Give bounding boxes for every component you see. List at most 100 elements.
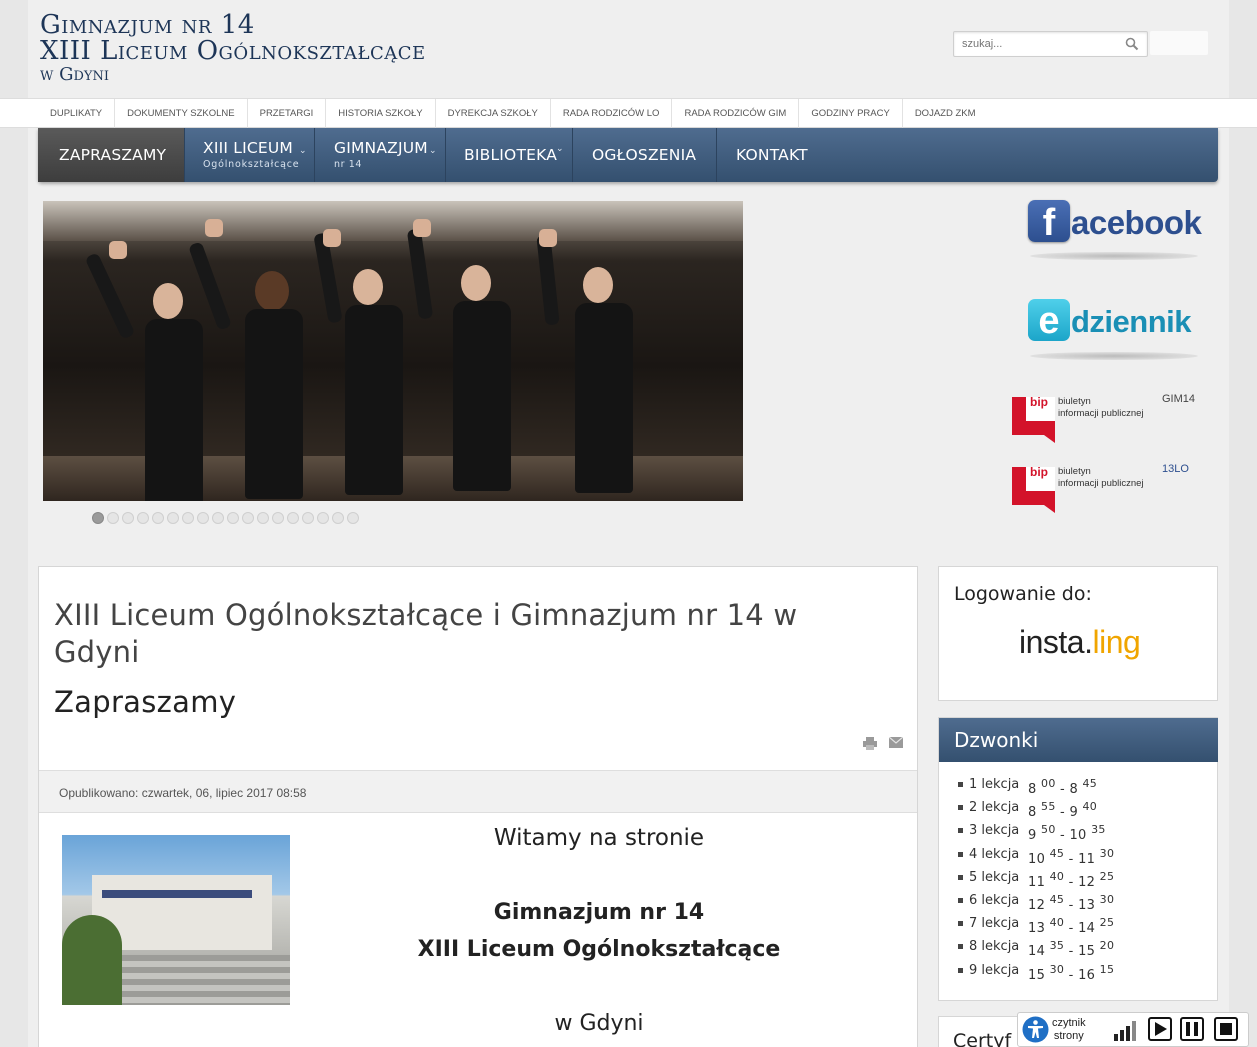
slider-dot[interactable] [287,512,299,524]
slider-dot[interactable] [197,512,209,524]
school-building-photo[interactable] [62,835,290,1005]
slider-dot[interactable] [227,512,239,524]
slider-dot[interactable] [332,512,344,524]
slider-dot[interactable] [152,512,164,524]
nav-kontakt-label: KONTAKT [736,146,808,164]
bells-widget: Dzwonki 1 lekcja 8 00 - 8 45 2 lekcja 8 55 … [938,717,1218,1001]
welcome-line1: Witamy na stronie [493,825,705,851]
bip-line2: informacji publicznej [1058,478,1144,489]
site-title[interactable]: Gimnazjum nr 14 XIII Liceum Ogólnokształ… [40,12,426,84]
top-link-dyrekcja[interactable]: DYREKCJA SZKOŁY [436,99,551,129]
top-link-rada-gim[interactable]: RADA RODZICÓW GIM [672,99,800,129]
play-button[interactable] [1148,1017,1172,1041]
slider-dot[interactable] [167,512,179,524]
bip-code: GIM14 [1162,393,1196,405]
slider-dot[interactable] [137,512,149,524]
bip-13lo-link[interactable]: bip biuletyn informacji publicznej 13LO [1012,463,1202,518]
bip-word: bip [1030,465,1048,479]
slider-dot[interactable] [107,512,119,524]
bell-lesson: 4 lekcja [969,846,1020,862]
logo-shadow [1030,252,1198,260]
bell-time: 10 45 - 11 30 [1028,846,1115,867]
slider-dot[interactable] [347,512,359,524]
bells-widget-header: Dzwonki [939,718,1218,762]
photo-tree [62,915,122,1005]
nav-gimnazjum-label: GIMNAZJUM [334,139,428,157]
slider-dot[interactable] [317,512,329,524]
welcome-line3: XIII Liceum Ogólnokształcące [417,937,781,962]
reader-label-line2: strony [1053,1030,1084,1042]
nav-gimnazjum[interactable]: GIMNAZJUM ⌄ nr 14 [315,128,446,182]
top-link-przetargi[interactable]: PRZETARGI [248,99,327,129]
instaling-brand-b: ling [1092,624,1141,660]
hero-slider-image[interactable] [43,201,743,501]
top-link-duplikaty[interactable]: DUPLIKATY [38,99,116,129]
search-extra-field[interactable] [1150,31,1208,55]
top-link-dojazd[interactable]: DOJAZD ZKM [903,99,988,129]
pause-button[interactable] [1180,1017,1204,1041]
bip-line2: informacji publicznej [1058,408,1144,419]
bip-gim14-link[interactable]: bip biuletyn informacji publicznej GIM14 [1012,393,1202,448]
print-icon[interactable] [863,737,877,750]
top-link-godziny[interactable]: GODZINY PRACY [799,99,903,129]
publish-date: Opublikowano: czwartek, 06, lipiec 2017 … [59,786,307,800]
bell-time: 8 55 - 9 40 [1028,800,1098,821]
article-tools [863,737,903,750]
play-icon [1155,1022,1167,1036]
bell-lesson: 6 lekcja [969,892,1020,908]
top-link-rada-lo[interactable]: RADA RODZICÓW LO [551,99,673,129]
photo-building-sign [102,890,252,898]
site-title-line2: XIII Liceum Ogólnokształcące [40,36,426,66]
chevron-down-icon: ⌄ [429,146,437,156]
slider-dot[interactable] [272,512,284,524]
publish-info-bar: Opublikowano: czwartek, 06, lipiec 2017 … [39,770,917,813]
slider-dot[interactable] [302,512,314,524]
stop-button[interactable] [1214,1017,1238,1041]
nav-ogloszenia[interactable]: OGŁOSZENIA [573,128,717,182]
welcome-line4: w Gdyni [554,1011,644,1036]
slider-dot[interactable] [212,512,224,524]
stop-icon [1220,1023,1232,1035]
bell-time: 15 30 - 16 15 [1028,962,1115,983]
slider-dot[interactable] [92,512,104,524]
slider-dot[interactable] [257,512,269,524]
slider-dot[interactable] [242,512,254,524]
reader-label: czytnik strony [1052,1017,1086,1043]
top-link-dokumenty[interactable]: DOKUMENTY SZKOLNE [115,99,248,129]
volume-level-icon[interactable] [1114,1017,1140,1042]
chevron-down-icon: ⌄ [556,144,564,154]
reader-label-line1: czytnik [1052,1017,1086,1029]
facebook-link[interactable]: f acebook [1028,200,1202,246]
main-navigation: ZAPRASZAMY XIII LICEUM ⌄ Ogólnokształcąc… [38,128,1218,182]
top-link-historia[interactable]: HISTORIA SZKOŁY [326,99,436,129]
nav-liceum[interactable]: XIII LICEUM ⌄ Ogólnokształcące [185,128,315,182]
bell-lesson: 2 lekcja [969,800,1020,816]
bell-lesson: 9 lekcja [969,962,1020,978]
facebook-icon: f [1028,200,1070,244]
search-box [953,31,1148,57]
nav-liceum-sub: Ogólnokształcące [203,159,300,170]
accessibility-icon[interactable] [1022,1016,1049,1043]
logo-shadow [1030,352,1198,360]
slider-dot[interactable] [182,512,194,524]
instaling-brand-a: insta. [1019,624,1093,660]
nav-zapraszamy[interactable]: ZAPRASZAMY [38,128,185,182]
email-icon[interactable] [889,737,903,748]
chevron-down-icon: ⌄ [299,146,307,156]
slider-dot[interactable] [122,512,134,524]
nav-biblioteka[interactable]: BIBLIOTEKA ⌄ [446,128,573,182]
login-widget-title: Logowanie do: [954,583,1092,605]
nav-kontakt[interactable]: KONTAKT [717,128,833,182]
instaling-link[interactable]: insta.ling [1019,624,1141,661]
nav-ogloszenia-label: OGŁOSZENIA [592,146,697,164]
bell-lesson: 5 lekcja [969,869,1020,885]
edziennik-link[interactable]: e dziennik [1028,299,1203,345]
page-reader-toolbar: czytnik strony [1017,1012,1249,1047]
search-icon[interactable] [1125,37,1139,51]
bip-code: 13LO [1162,463,1189,475]
search-input[interactable] [954,32,1119,56]
edziennik-logo-text: dziennik [1071,304,1192,339]
bell-lesson: 8 lekcja [969,939,1020,955]
article-subtitle: Zapraszamy [54,685,237,719]
photo-stairs [122,955,290,1005]
